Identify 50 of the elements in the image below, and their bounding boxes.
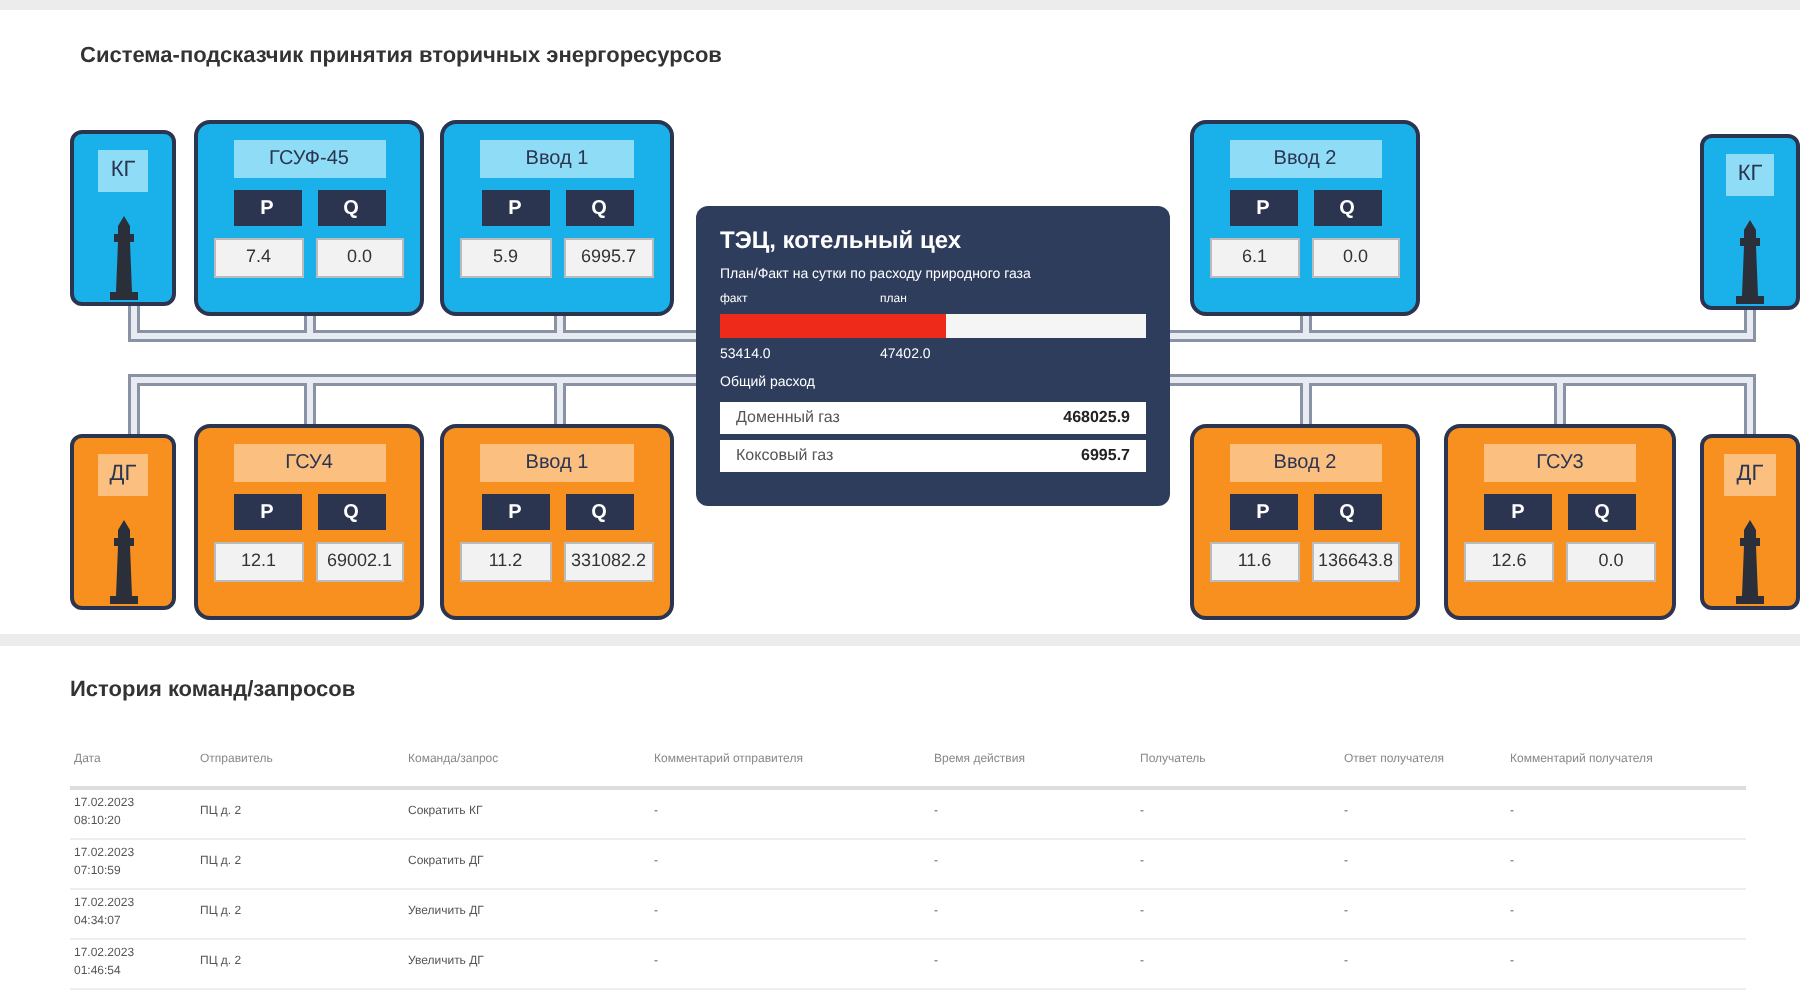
p-button[interactable]: P — [481, 190, 549, 226]
q-value: 136643.8 — [1311, 542, 1400, 581]
plant-title: ТЭЦ, котельный цех — [720, 224, 964, 258]
q-button[interactable]: Q — [1313, 190, 1381, 226]
gas-name: Доменный газ — [736, 405, 840, 429]
q-value: 69002.1 — [315, 542, 404, 581]
p-value: 6.1 — [1210, 238, 1299, 277]
q-button[interactable]: Q — [317, 190, 385, 226]
gas-name: Коксовый газ — [736, 443, 834, 467]
p-value: 5.9 — [460, 238, 551, 277]
q-value: 6995.7 — [563, 238, 654, 277]
unit-title: Ввод 1 — [479, 444, 635, 482]
history-title: История команд/запросов — [70, 676, 358, 706]
p-value: 11.2 — [460, 542, 551, 581]
p-value: 11.6 — [1210, 542, 1299, 581]
tower-icon — [1734, 519, 1766, 603]
q-value: 0.0 — [1566, 542, 1656, 581]
p-button[interactable]: P — [233, 190, 301, 226]
q-value: 0.0 — [1311, 238, 1400, 277]
p-button[interactable]: P — [481, 494, 549, 530]
q-value: 0.0 — [315, 238, 404, 277]
p-value: 7.4 — [214, 238, 303, 277]
gas-value: 468025.9 — [1063, 405, 1130, 429]
p-button[interactable]: P — [1229, 494, 1297, 530]
unit-title: Ввод 1 — [479, 140, 635, 178]
gas-source-label: ДГ — [1724, 454, 1776, 495]
unit-title: ГСУ4 — [233, 444, 385, 482]
p-value: 12.6 — [1464, 542, 1554, 581]
gas-source-label: КГ — [1725, 154, 1775, 195]
gas-source-label: ДГ — [97, 454, 149, 495]
p-button[interactable]: P — [1229, 190, 1297, 226]
gas-source-label: КГ — [98, 150, 148, 191]
tower-icon — [107, 519, 139, 603]
unit-title: ГСУФ-45 — [233, 140, 385, 178]
gas-value: 6995.7 — [1081, 443, 1130, 467]
q-button[interactable]: Q — [317, 494, 385, 530]
tower-icon — [1734, 219, 1766, 303]
q-button[interactable]: Q — [565, 494, 633, 530]
diagram-title: Система-подсказчик принятия вторичных энергоресурсов — [80, 42, 722, 72]
q-button[interactable]: Q — [1568, 494, 1636, 530]
p-button[interactable]: P — [1484, 494, 1552, 530]
tower-icon — [107, 215, 139, 299]
q-value: 331082.2 — [563, 542, 654, 581]
p-value: 12.1 — [214, 542, 303, 581]
unit-title: Ввод 2 — [1229, 140, 1381, 178]
q-button[interactable]: Q — [1313, 494, 1381, 530]
unit-title: Ввод 2 — [1229, 444, 1381, 482]
q-button[interactable]: Q — [565, 190, 633, 226]
unit-title: ГСУ3 — [1483, 444, 1637, 482]
p-button[interactable]: P — [233, 494, 301, 530]
